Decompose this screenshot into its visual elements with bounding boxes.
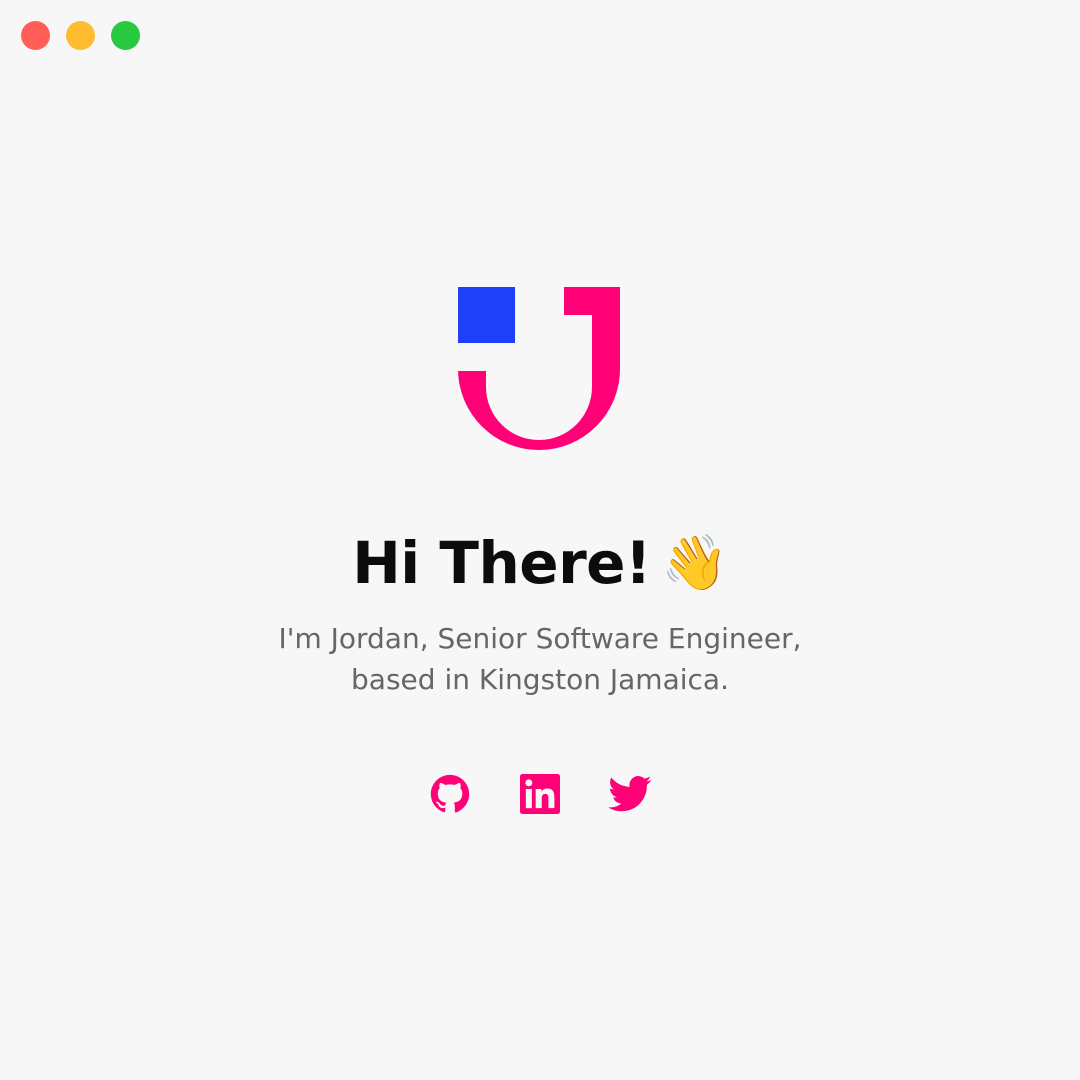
github-link[interactable]: [428, 772, 472, 816]
app-window: Hi There! 👋 I'm Jordan, Senior Software E…: [0, 0, 1080, 1080]
bio-text: I'm Jordan, Senior Software Engineer, ba…: [0, 618, 1080, 700]
bio-line-2: based in Kingston Jamaica.: [351, 663, 729, 696]
social-links: [0, 772, 1080, 816]
window-controls: [21, 21, 140, 50]
linkedin-icon: [520, 774, 560, 814]
page-title: Hi There! 👋: [0, 525, 1080, 601]
twitter-icon: [608, 776, 652, 812]
maximize-button[interactable]: [111, 21, 140, 50]
jordan-logo-icon: [458, 287, 620, 450]
bio-line-1: I'm Jordan, Senior Software Engineer,: [278, 622, 802, 655]
github-icon: [430, 774, 470, 813]
minimize-button[interactable]: [66, 21, 95, 50]
close-button[interactable]: [21, 21, 50, 50]
linkedin-link[interactable]: [518, 772, 562, 816]
greeting-text: Hi There!: [352, 529, 651, 597]
waving-hand-icon: 👋: [660, 531, 728, 594]
twitter-link[interactable]: [608, 772, 652, 816]
